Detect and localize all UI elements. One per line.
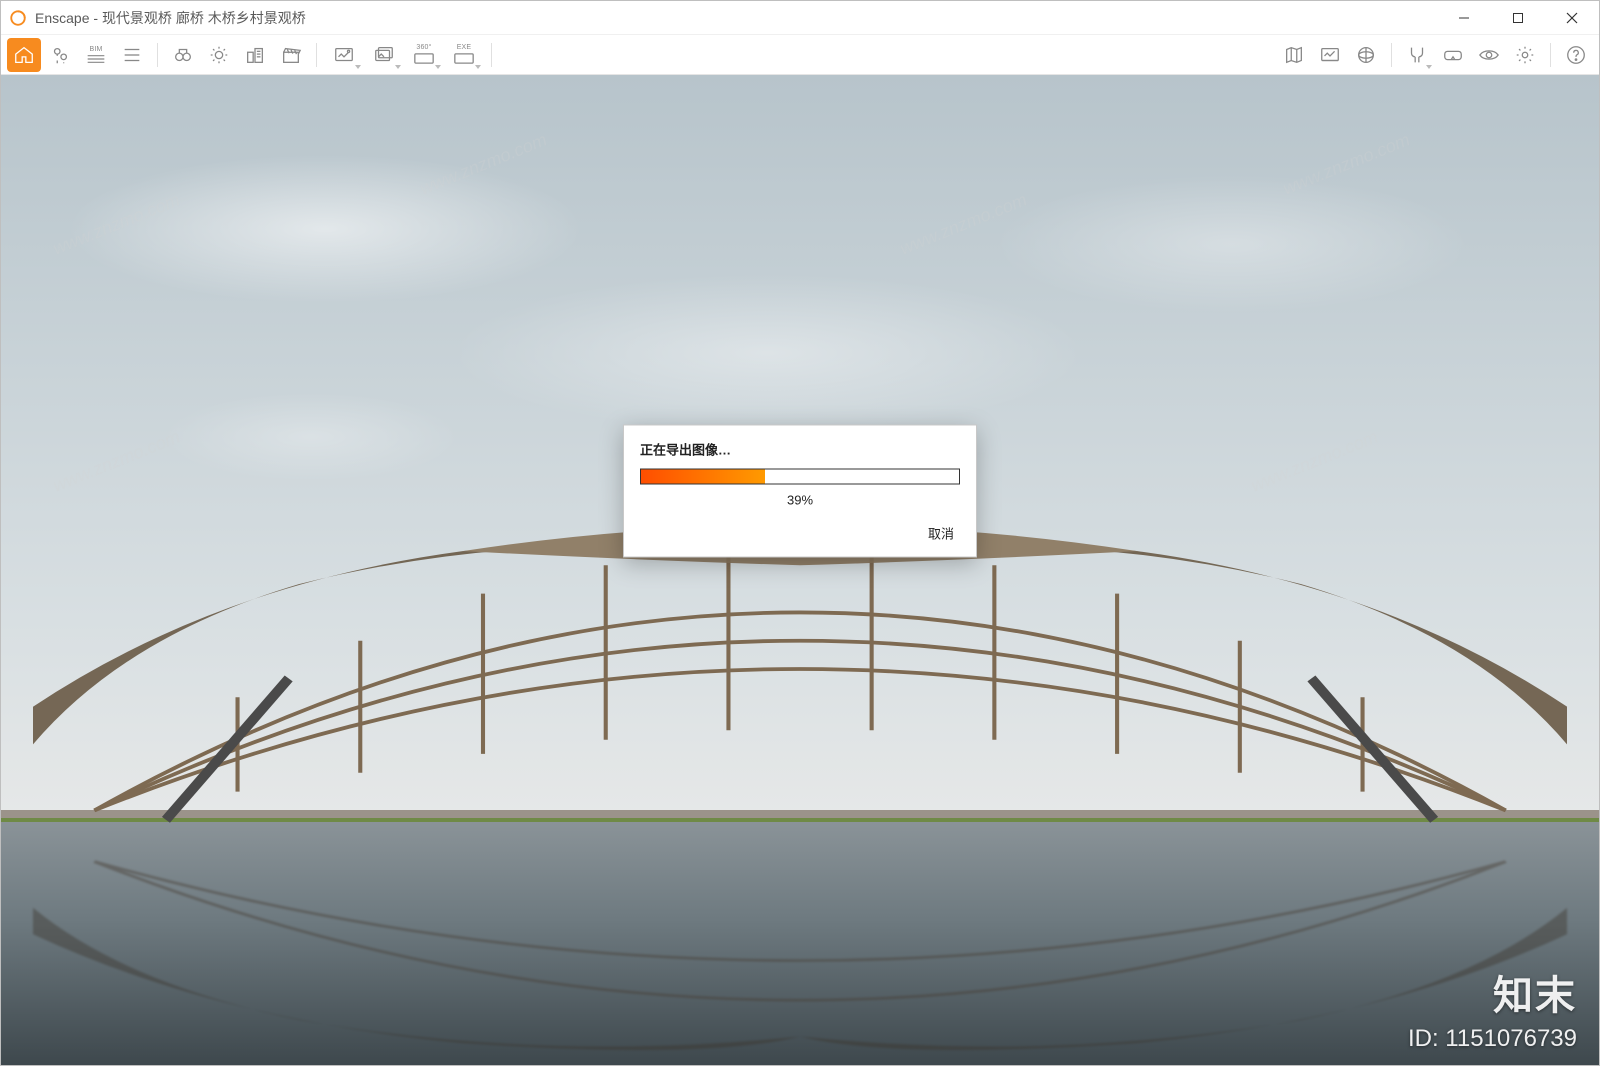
sun-icon[interactable]	[202, 38, 236, 72]
visual-settings-icon[interactable]	[1472, 38, 1506, 72]
qr-icon[interactable]	[1349, 38, 1383, 72]
toolbar-left: BIM	[7, 38, 498, 72]
bim-icon[interactable]: BIM	[79, 38, 113, 72]
vr-icon[interactable]	[1436, 38, 1470, 72]
export-progress-dialog: 正在导出图像… 39% 取消	[623, 424, 977, 557]
toolbar-right	[1277, 38, 1593, 72]
pano-icon[interactable]: 360°	[405, 38, 443, 72]
close-button[interactable]	[1545, 1, 1599, 35]
exe-export-icon[interactable]: EXE	[445, 38, 483, 72]
batch-render-icon[interactable]	[365, 38, 403, 72]
progress-bar	[640, 468, 960, 484]
menu-icon[interactable]	[115, 38, 149, 72]
walk-icon[interactable]	[1400, 38, 1434, 72]
help-icon[interactable]	[1559, 38, 1593, 72]
progress-fill	[641, 469, 765, 483]
toolbar: BIM	[1, 35, 1599, 75]
document-title: 现代景观桥 廊桥 木桥乡村景观桥	[102, 10, 306, 26]
bridge-reflection	[33, 822, 1567, 1065]
maximize-button[interactable]	[1491, 1, 1545, 35]
map-icon[interactable]	[1277, 38, 1311, 72]
buildings-icon[interactable]	[238, 38, 272, 72]
dialog-title: 正在导出图像…	[640, 439, 960, 458]
home-icon[interactable]	[7, 38, 41, 72]
progress-percent: 39%	[640, 492, 960, 507]
settings-icon[interactable]	[1508, 38, 1542, 72]
titlebar: Enscape - 现代景观桥 廊桥 木桥乡村景观桥	[1, 1, 1599, 35]
window-title: Enscape - 现代景观桥 廊桥 木桥乡村景观桥	[35, 8, 306, 28]
views-icon[interactable]	[43, 38, 77, 72]
watermark-id: ID: 1151076739	[1408, 1025, 1577, 1053]
cancel-button[interactable]: 取消	[922, 519, 960, 546]
watermark-logo: 知末	[1493, 963, 1577, 1021]
render-viewport[interactable]: www.znzmo.com www.znzmo.com www.znzmo.co…	[1, 75, 1599, 1065]
app-name: Enscape	[35, 10, 89, 26]
minimize-button[interactable]	[1437, 1, 1491, 35]
screenshot-icon[interactable]	[325, 38, 363, 72]
asset-library-icon[interactable]	[1313, 38, 1347, 72]
clapper-icon[interactable]	[274, 38, 308, 72]
binoculars-icon[interactable]	[166, 38, 200, 72]
app-window: Enscape - 现代景观桥 廊桥 木桥乡村景观桥 BIM	[0, 0, 1600, 1066]
enscape-logo-icon	[9, 9, 27, 27]
